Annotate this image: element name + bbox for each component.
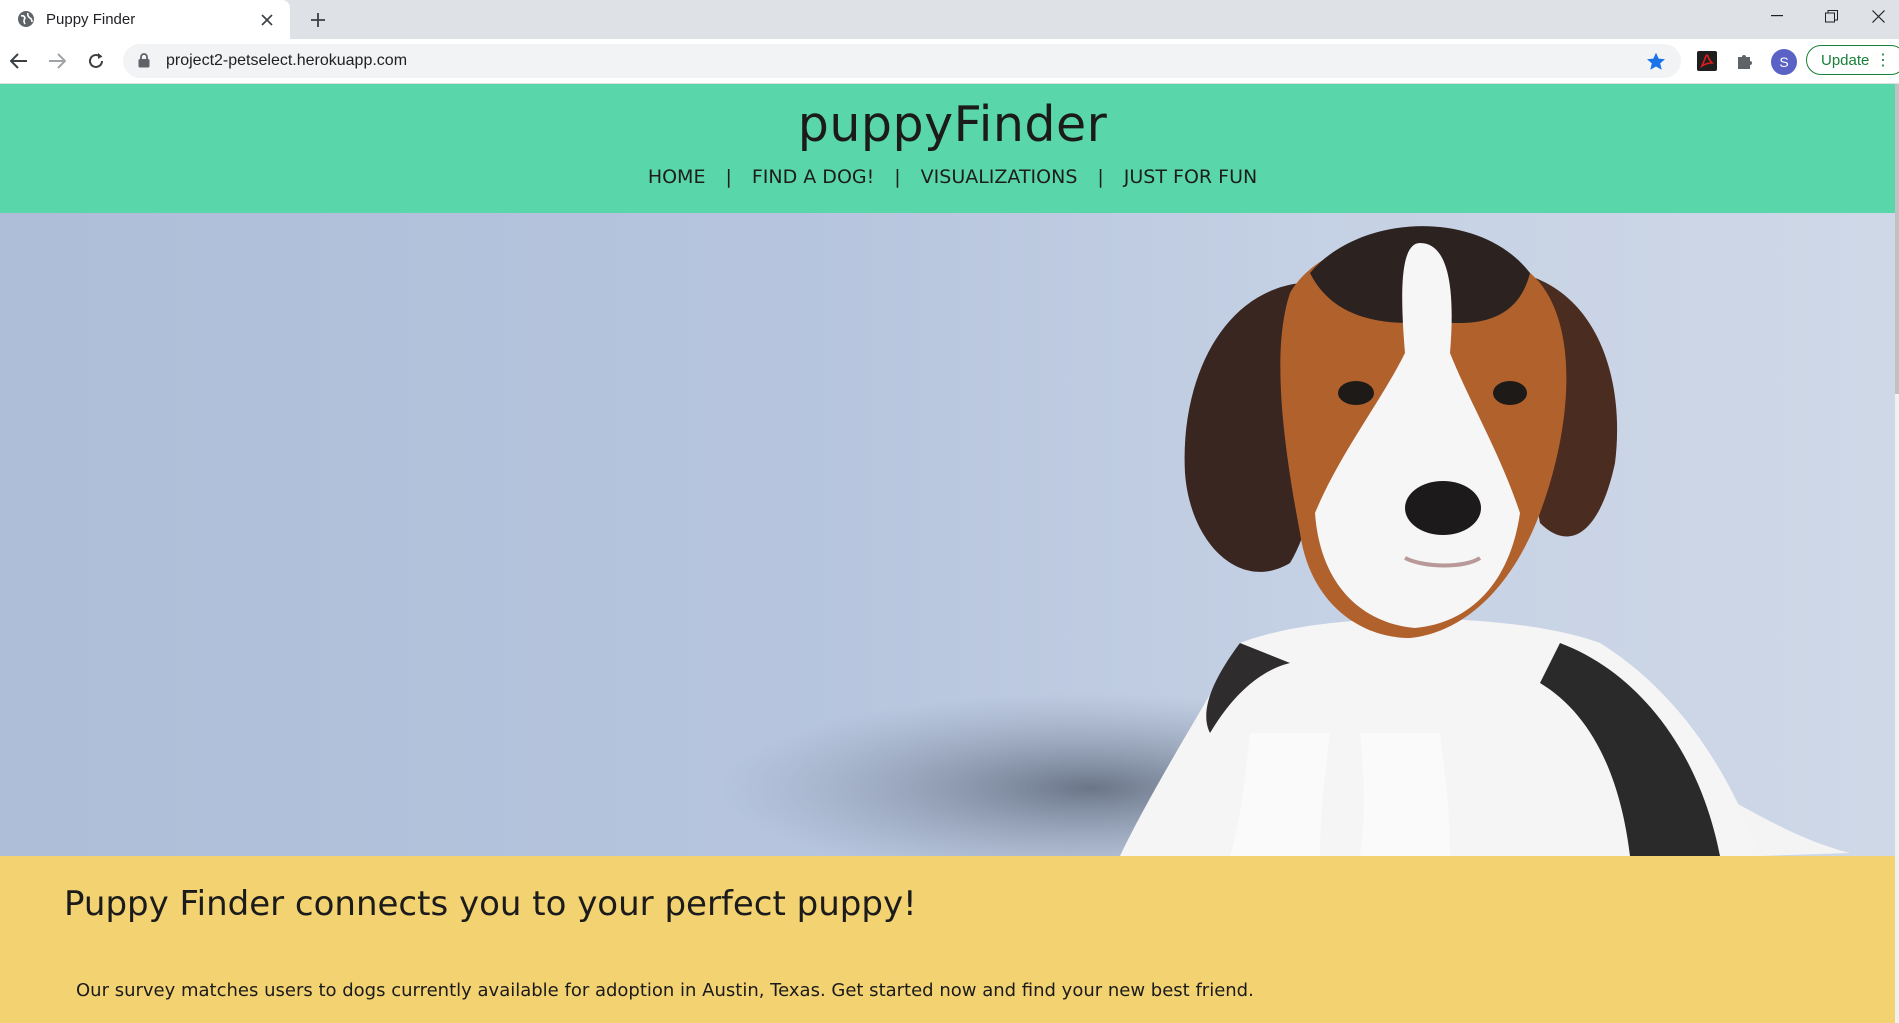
page-viewport: puppyFinder HOME | FIND A DOG! | VISUALI… xyxy=(0,84,1895,1023)
nav-find-a-dog[interactable]: FIND A DOG! xyxy=(752,166,874,188)
main-nav: HOME | FIND A DOG! | VISUALIZATIONS | JU… xyxy=(0,166,1895,188)
reload-icon[interactable] xyxy=(81,46,111,76)
tab-title: Puppy Finder xyxy=(46,11,136,28)
forward-arrow-icon[interactable] xyxy=(42,46,72,76)
nav-home[interactable]: HOME xyxy=(648,166,706,188)
scrollbar-thumb[interactable] xyxy=(1895,84,1899,394)
address-bar[interactable]: project2-petselect.herokuapp.com xyxy=(123,44,1681,78)
close-icon[interactable] xyxy=(252,5,282,35)
browser-tab[interactable]: Puppy Finder xyxy=(0,0,290,39)
about-section: Puppy Finder connects you to your perfec… xyxy=(0,856,1895,1023)
update-label: Update xyxy=(1821,51,1870,69)
lock-icon[interactable] xyxy=(138,53,152,69)
about-intro: Our survey matches users to dogs current… xyxy=(76,980,1254,1001)
nav-separator: | xyxy=(894,166,901,188)
update-button[interactable]: Update ⋮ xyxy=(1806,45,1899,75)
nav-just-for-fun[interactable]: JUST FOR FUN xyxy=(1124,166,1257,188)
nav-separator: | xyxy=(1097,166,1104,188)
minimize-icon[interactable] xyxy=(1749,0,1805,32)
browser-toolbar: project2-petselect.herokuapp.com S Updat… xyxy=(0,39,1899,84)
close-window-icon[interactable] xyxy=(1857,0,1899,32)
globe-icon xyxy=(17,10,37,30)
acrobat-extension-icon[interactable] xyxy=(1692,46,1722,76)
tab-strip: Puppy Finder xyxy=(0,0,1899,39)
restore-icon[interactable] xyxy=(1803,0,1859,32)
page-scrollbar[interactable] xyxy=(1895,84,1899,1023)
profile-avatar[interactable]: S xyxy=(1771,49,1797,75)
site-header: puppyFinder HOME | FIND A DOG! | VISUALI… xyxy=(0,84,1895,213)
more-menu-icon[interactable]: ⋮ xyxy=(1875,53,1891,69)
beagle-puppy-image xyxy=(720,226,1850,856)
about-headline: Puppy Finder connects you to your perfec… xyxy=(64,884,917,924)
puzzle-extensions-icon[interactable] xyxy=(1730,46,1760,76)
hero-banner xyxy=(0,213,1895,856)
nav-visualizations[interactable]: VISUALIZATIONS xyxy=(921,166,1078,188)
url-text[interactable]: project2-petselect.herokuapp.com xyxy=(166,52,1641,70)
nav-separator: | xyxy=(725,166,732,188)
site-brand[interactable]: puppyFinder xyxy=(0,96,1895,153)
new-tab-button[interactable] xyxy=(303,5,333,35)
back-arrow-icon[interactable] xyxy=(4,46,34,76)
bookmark-star-icon[interactable] xyxy=(1641,46,1671,76)
